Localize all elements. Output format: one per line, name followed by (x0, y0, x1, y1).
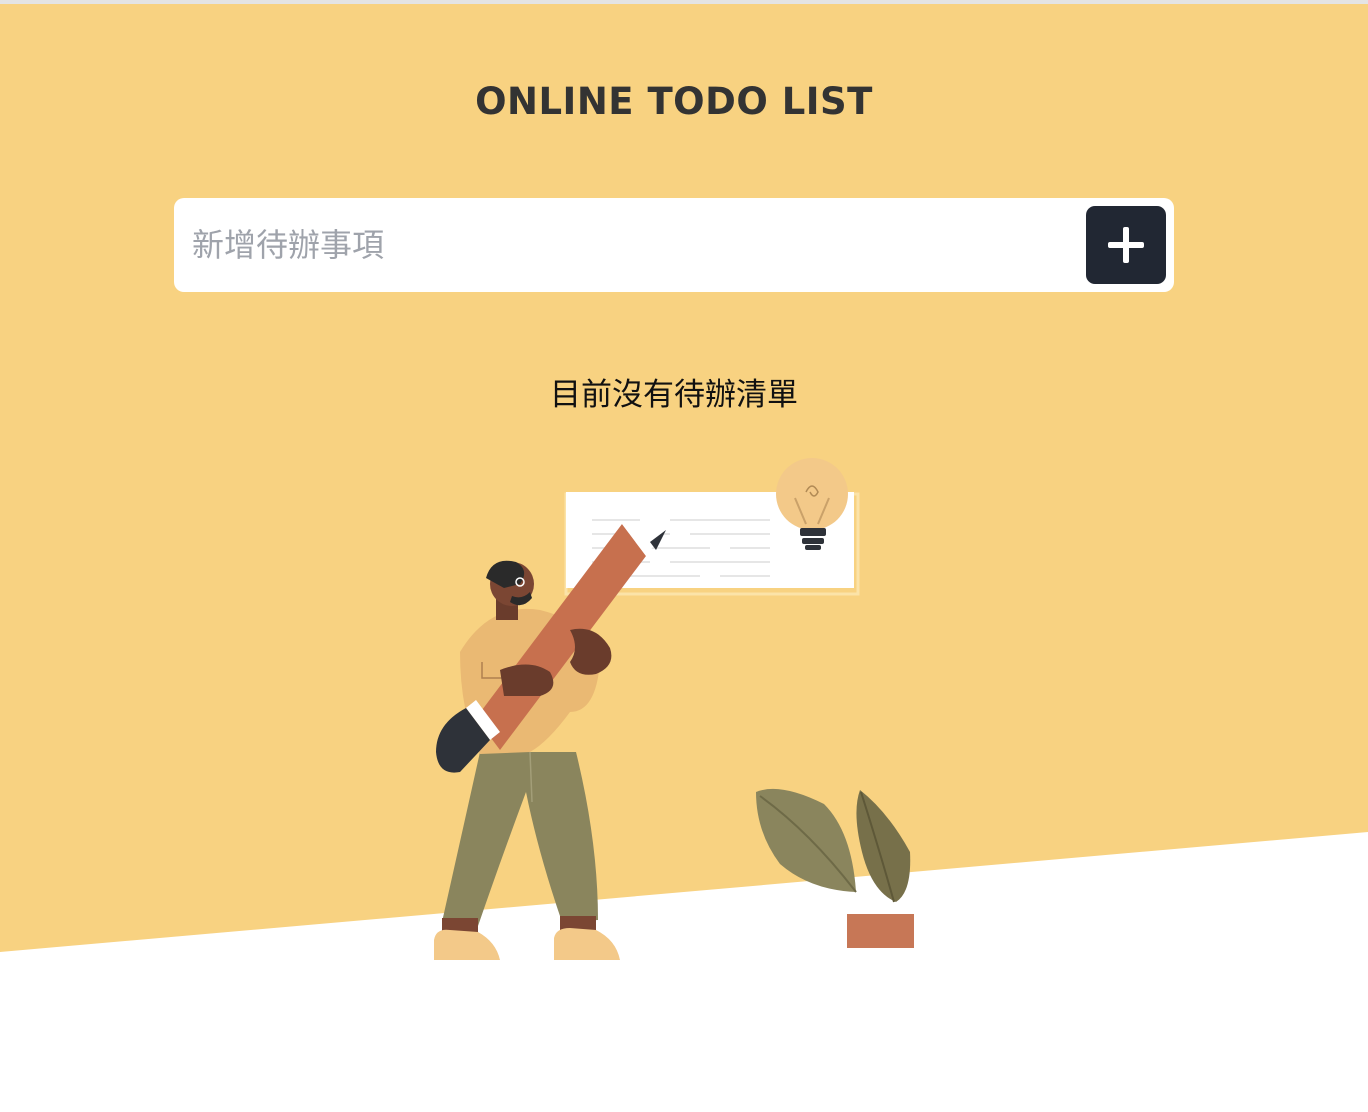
plant-icon (756, 788, 914, 948)
add-todo-button[interactable] (1086, 206, 1166, 284)
new-todo-input[interactable] (192, 216, 1072, 274)
plus-icon (1108, 227, 1144, 263)
empty-state-message: 目前沒有待辦清單 (550, 377, 798, 413)
app-title: ONLINE TODO LIST (475, 80, 873, 123)
person-holding-pencil-illustration (434, 458, 914, 960)
person-figure (434, 524, 666, 960)
add-todo-form (174, 198, 1174, 292)
